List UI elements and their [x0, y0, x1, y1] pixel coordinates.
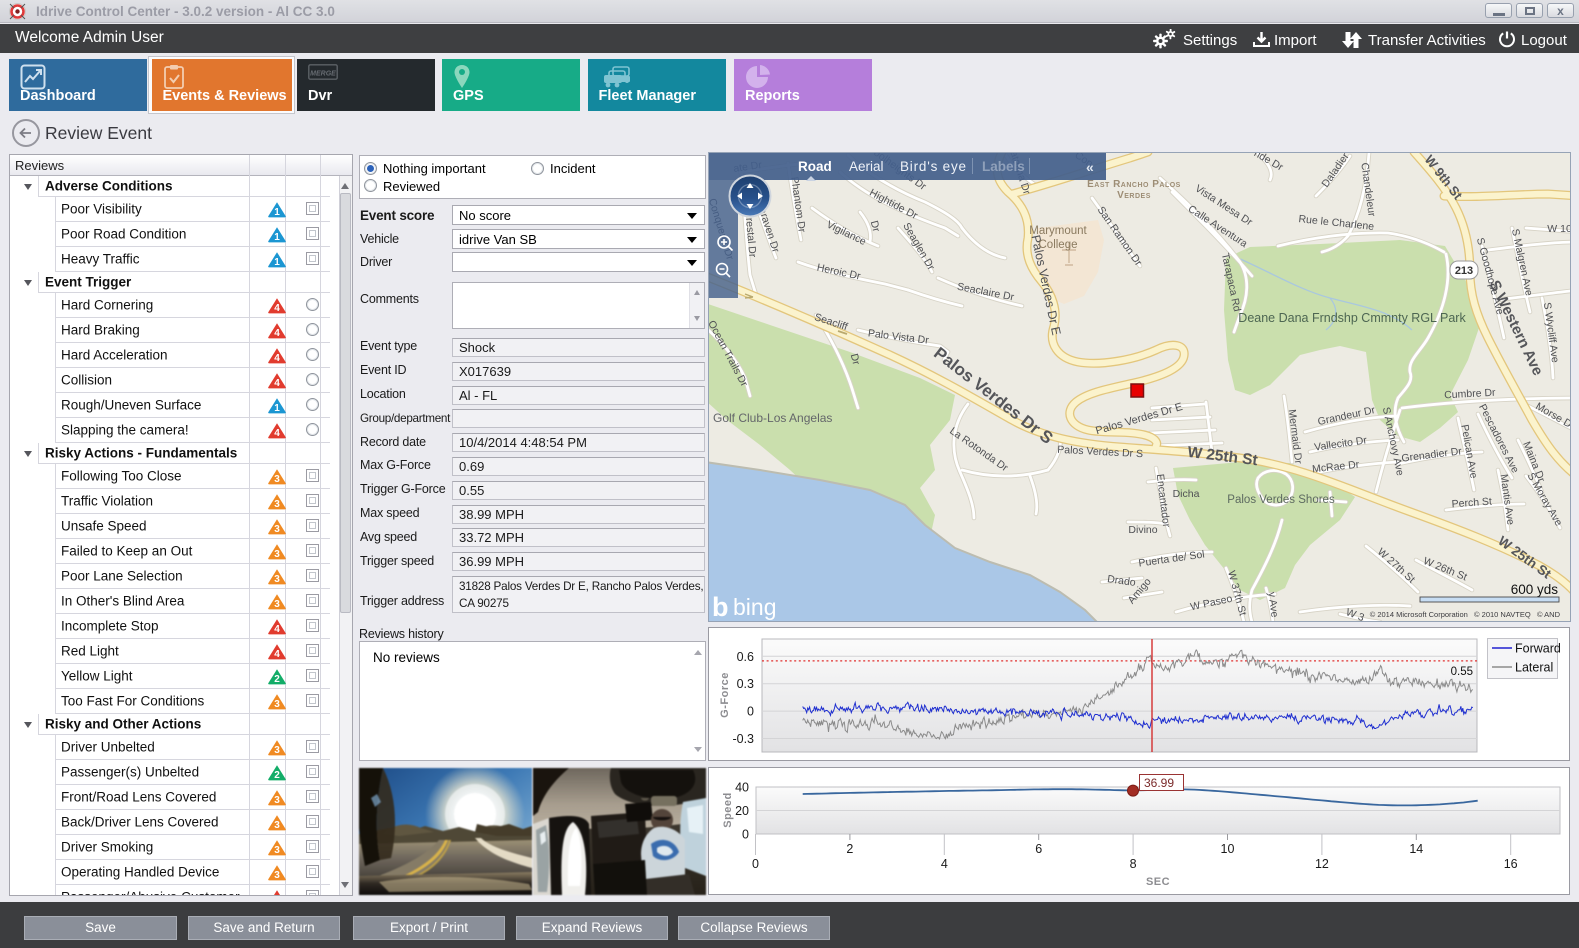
svg-text:0.6: 0.6 — [737, 650, 754, 664]
svg-text:36.99: 36.99 — [1144, 776, 1174, 790]
svg-text:Forward: Forward — [1515, 642, 1561, 656]
svg-text:Marymount: Marymount — [1029, 225, 1087, 237]
svg-text:4: 4 — [274, 378, 280, 389]
svg-text:600 yds: 600 yds — [1511, 582, 1559, 597]
svg-text:3: 3 — [274, 574, 280, 585]
svg-text:3: 3 — [274, 474, 280, 485]
svg-text:4: 4 — [274, 428, 280, 439]
svg-text:Bird's eye: Bird's eye — [900, 159, 967, 174]
svg-text:213: 213 — [1455, 265, 1473, 277]
svg-text:4: 4 — [274, 624, 280, 635]
svg-text:0: 0 — [742, 828, 749, 842]
svg-text:1: 1 — [274, 232, 280, 243]
svg-text:3: 3 — [274, 499, 280, 510]
svg-text:16: 16 — [1504, 857, 1518, 871]
svg-text:-0.3: -0.3 — [732, 732, 754, 746]
svg-text:College: College — [1039, 239, 1078, 251]
svg-text:3: 3 — [274, 524, 280, 535]
svg-text:Golf Club-Los Angelas: Golf Club-Los Angelas — [713, 411, 832, 425]
svg-text:Divino: Divino — [1128, 524, 1157, 536]
svg-text:b: b — [712, 592, 729, 622]
svg-text:10: 10 — [1221, 842, 1235, 856]
svg-text:G-Force: G-Force — [719, 672, 731, 718]
svg-text:3: 3 — [274, 870, 280, 881]
svg-text:20: 20 — [735, 804, 749, 818]
svg-text:1: 1 — [274, 257, 280, 268]
svg-text:2: 2 — [274, 674, 280, 685]
svg-text:Aerial: Aerial — [849, 159, 884, 174]
svg-text:1: 1 — [274, 403, 280, 414]
svg-text:2: 2 — [274, 770, 280, 781]
svg-text:3: 3 — [274, 795, 280, 806]
svg-text:3: 3 — [274, 845, 280, 856]
svg-text:3: 3 — [274, 549, 280, 560]
svg-text:0.3: 0.3 — [737, 677, 754, 691]
svg-text:4: 4 — [941, 857, 948, 871]
svg-text:SEC: SEC — [1146, 876, 1170, 888]
svg-text:4: 4 — [274, 303, 280, 314]
svg-text:0: 0 — [747, 705, 754, 719]
svg-text:4: 4 — [274, 649, 280, 660]
svg-text:Deane Dana Frndshp Cmmnty RGL: Deane Dana Frndshp Cmmnty RGL Park — [1238, 311, 1466, 325]
svg-text:© 2014 Microsoft Corporation: © 2014 Microsoft Corporation © 2010 NAVT… — [1370, 610, 1561, 619]
svg-text:4: 4 — [274, 328, 280, 339]
svg-text:3: 3 — [274, 599, 280, 610]
svg-text:4: 4 — [274, 353, 280, 364]
svg-text:1: 1 — [274, 207, 280, 218]
svg-text:6: 6 — [1035, 842, 1042, 856]
svg-text:bing: bing — [733, 594, 776, 620]
svg-text:Labels: Labels — [982, 159, 1025, 174]
svg-text:12: 12 — [1315, 857, 1329, 871]
svg-text:8: 8 — [1130, 857, 1137, 871]
svg-text:Speed: Speed — [722, 792, 734, 828]
svg-text:Palos Verdes Shores: Palos Verdes Shores — [1227, 494, 1335, 506]
svg-text:3: 3 — [274, 820, 280, 831]
svg-text:W 10t: W 10t — [1547, 223, 1571, 235]
svg-text:40: 40 — [735, 781, 749, 795]
svg-text:2: 2 — [846, 842, 853, 856]
svg-text:«: « — [1086, 159, 1094, 175]
svg-text:3: 3 — [274, 699, 280, 710]
svg-text:3: 3 — [274, 745, 280, 756]
svg-text:0.55: 0.55 — [1451, 666, 1473, 678]
svg-text:0: 0 — [752, 857, 759, 871]
svg-text:East Rancho Palos: East Rancho Palos — [1087, 179, 1181, 190]
svg-text:Verdes: Verdes — [1117, 190, 1151, 201]
svg-text:Road: Road — [798, 159, 832, 174]
svg-text:Lateral: Lateral — [1515, 661, 1553, 675]
svg-text:Dicha: Dicha — [1173, 488, 1200, 500]
svg-text:14: 14 — [1409, 842, 1423, 856]
